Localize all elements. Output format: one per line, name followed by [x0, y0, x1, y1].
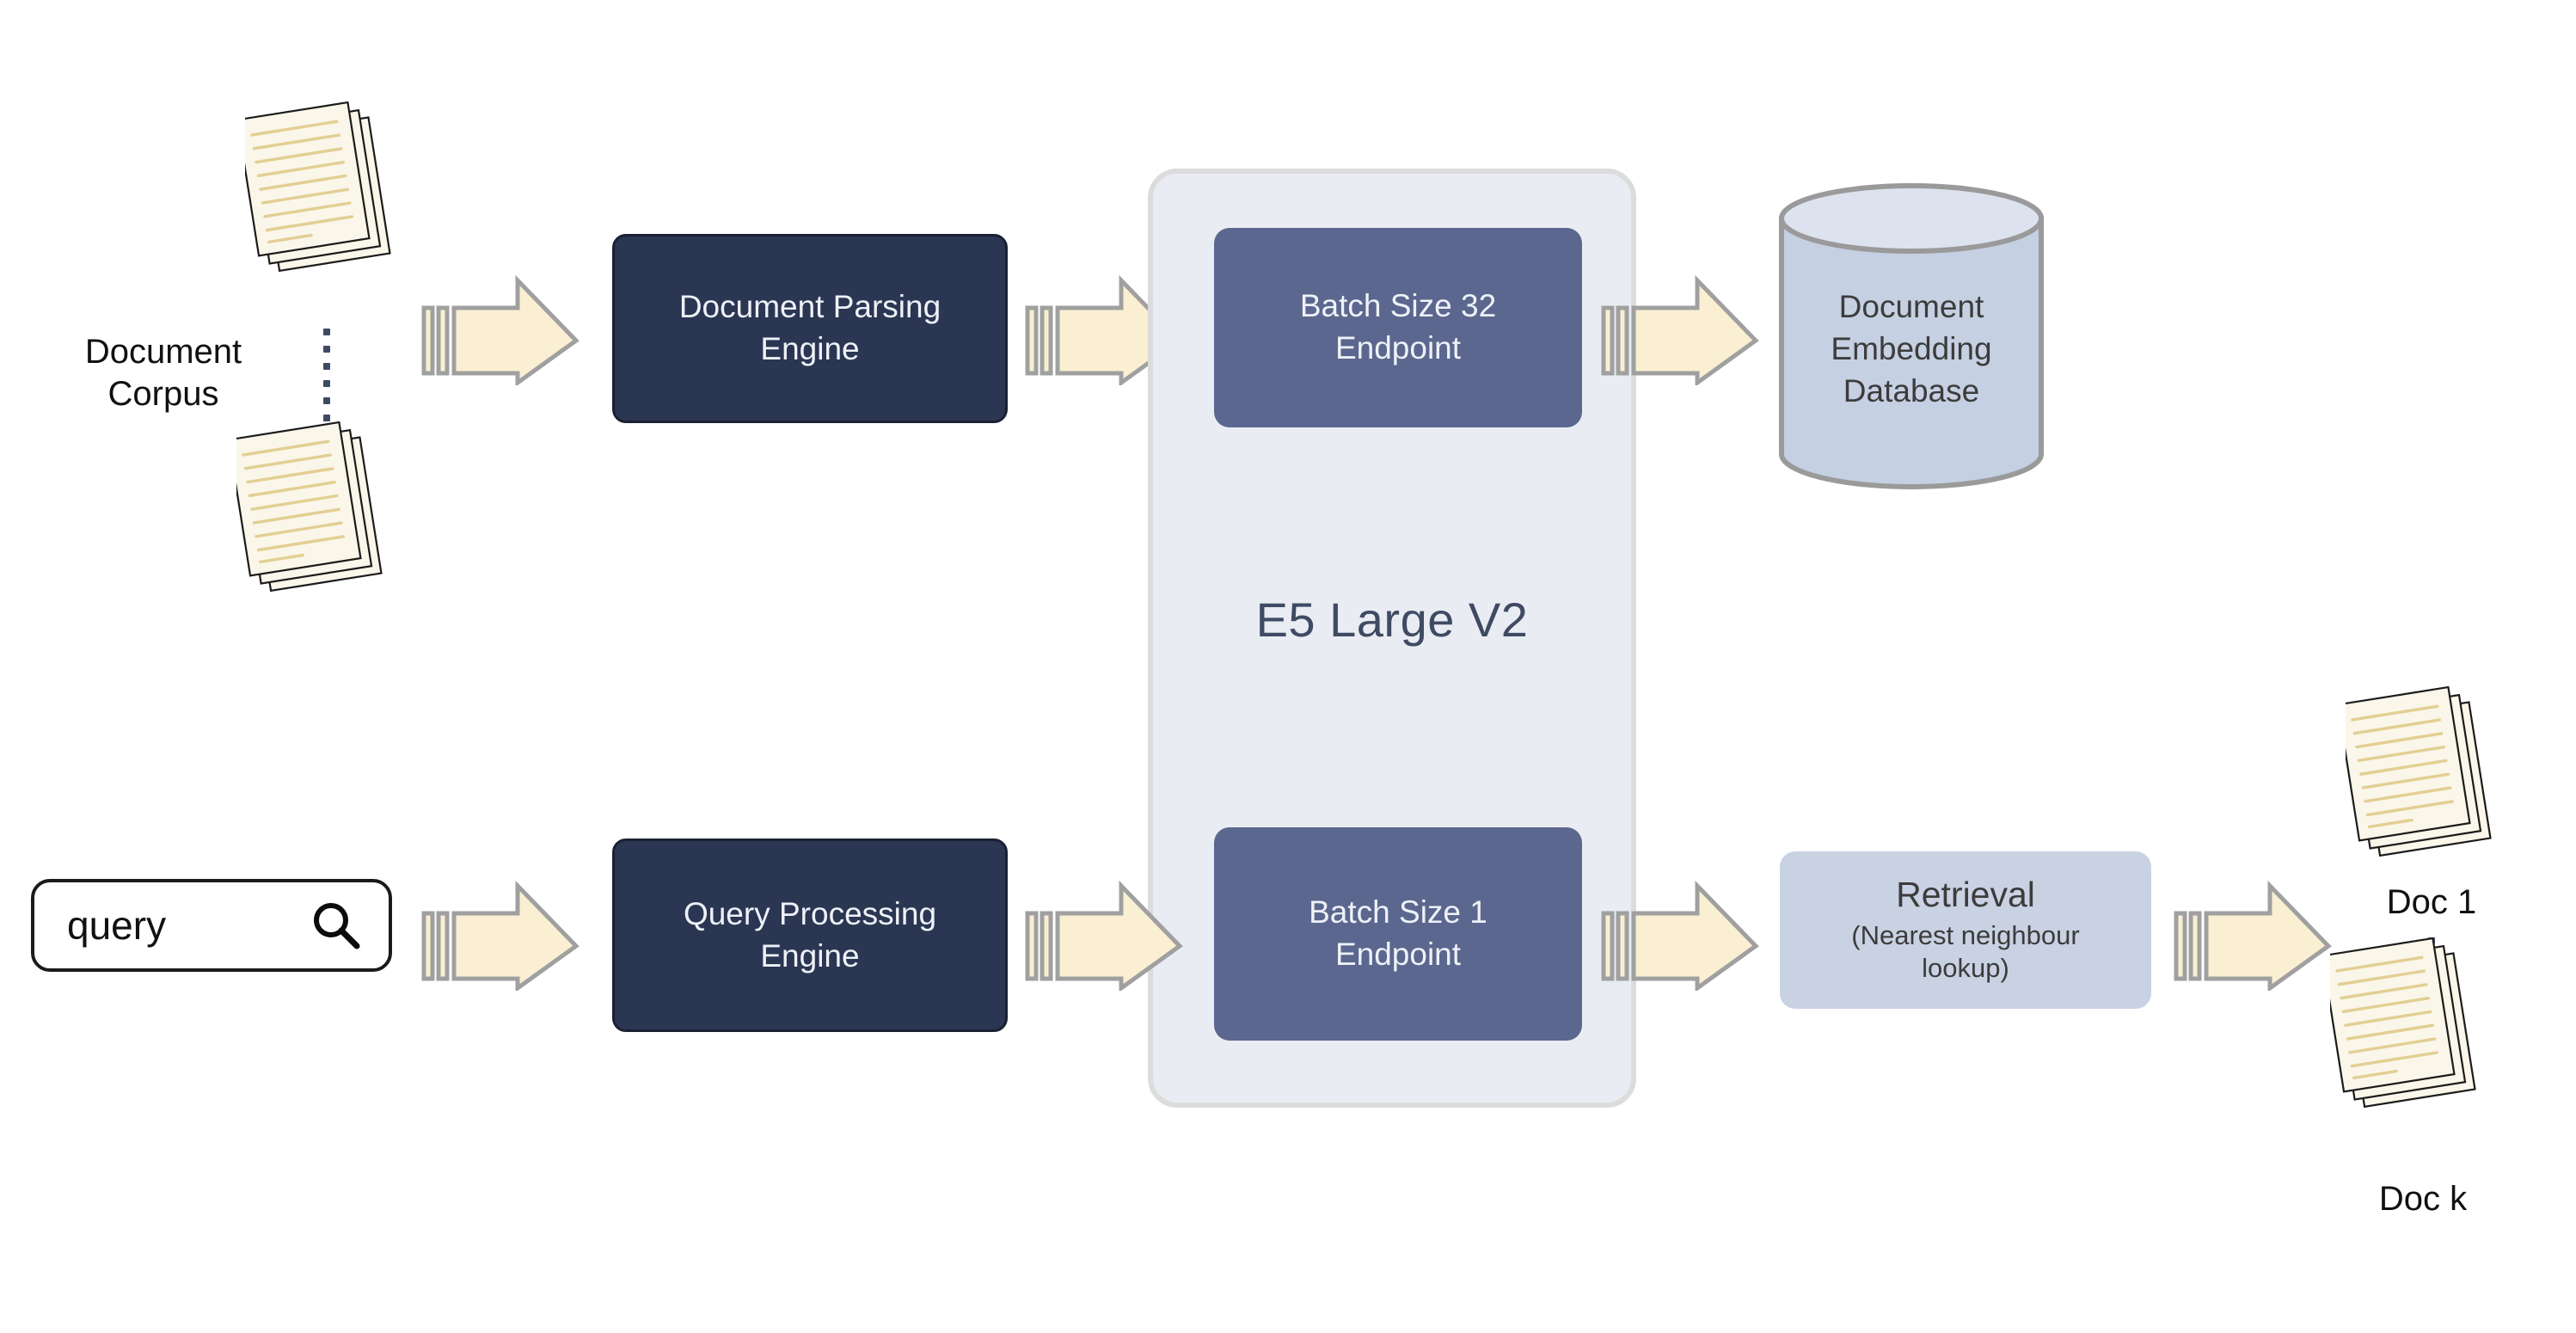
- retrieval-subtitle: (Nearest neighbour lookup): [1851, 919, 2079, 985]
- result-doc-first-label: Doc 1: [2386, 883, 2477, 921]
- query-processing-engine-box[interactable]: Query Processing Engine: [612, 838, 1008, 1032]
- document-embedding-database-cylinder[interactable]: Document Embedding Database: [1778, 182, 2045, 490]
- document-stack-result-last: [2330, 937, 2506, 1114]
- document-parsing-engine-line-1: Document Parsing: [678, 289, 941, 325]
- query-processing-engine-line-1: Query Processing: [683, 895, 937, 931]
- document-parsing-engine-box[interactable]: Document Parsing Engine: [612, 234, 1008, 423]
- document-parsing-engine-line-2: Engine: [760, 331, 860, 366]
- arrow-corpus-to-parsing: [421, 273, 585, 385]
- document-corpus-label-line-1: Document: [84, 333, 242, 371]
- batch-size-1-endpoint-line-1: Batch Size 1: [1309, 894, 1487, 931]
- arrow-batch1-to-retrieval: [1601, 879, 1764, 991]
- search-icon[interactable]: [310, 899, 363, 952]
- corpus-ellipsis-icon: [323, 329, 330, 421]
- arrow-processing-to-batch1: [1025, 879, 1188, 991]
- arrow-retrieval-to-docs: [2174, 879, 2337, 991]
- diagram-canvas: Document Corpus Document Parsing Engine …: [0, 0, 2576, 1333]
- retrieval-subtitle-line-1: (Nearest neighbour: [1851, 920, 2080, 951]
- document-corpus-label-line-2: Corpus: [107, 374, 219, 413]
- database-label-line-3: Database: [1843, 373, 1980, 409]
- query-search-box[interactable]: query: [31, 879, 392, 972]
- query-processing-engine-line-2: Engine: [760, 937, 860, 974]
- retrieval-box[interactable]: Retrieval (Nearest neighbour lookup): [1780, 851, 2151, 1009]
- batch-size-32-endpoint-line-2: Endpoint: [1334, 330, 1462, 366]
- retrieval-title: Retrieval: [1896, 875, 2035, 915]
- batch-size-1-endpoint-line-2: Endpoint: [1334, 937, 1462, 972]
- arrow-batch32-to-database: [1601, 273, 1764, 385]
- retrieval-subtitle-line-2: lookup): [1922, 953, 2009, 984]
- database-label-line-1: Document: [1838, 289, 1984, 324]
- batch-size-32-endpoint-box[interactable]: Batch Size 32 Endpoint: [1214, 228, 1582, 427]
- document-stack-corpus-bottom: [236, 421, 413, 598]
- query-search-input[interactable]: query: [67, 906, 166, 945]
- database-label-line-2: Embedding: [1831, 331, 1992, 367]
- document-embedding-database-label: Document Embedding Database: [1778, 286, 2045, 413]
- document-corpus-label: Document Corpus: [17, 331, 310, 415]
- batch-size-32-endpoint-line-1: Batch Size 32: [1299, 288, 1497, 324]
- e5-model-title: E5 Large V2: [1255, 593, 1529, 647]
- batch-size-1-endpoint-box[interactable]: Batch Size 1 Endpoint: [1214, 827, 1582, 1041]
- document-stack-result-first: [2346, 686, 2522, 863]
- arrow-query-to-processing: [421, 879, 585, 991]
- result-doc-last-label: Doc k: [2378, 1180, 2468, 1218]
- document-stack-corpus-top: [245, 101, 421, 278]
